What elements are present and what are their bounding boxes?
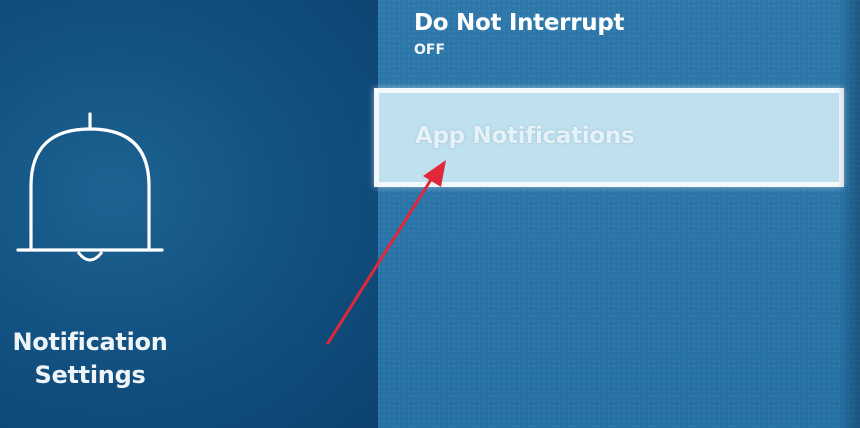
tv-settings-screen: Notification Settings Do Not Interrupt O… — [0, 0, 860, 428]
page-title-line-2: Settings — [34, 361, 146, 389]
settings-menu: Do Not Interrupt OFF App Notifications — [374, 0, 860, 428]
menu-item-value: OFF — [414, 42, 446, 58]
menu-item-do-not-interrupt[interactable]: Do Not Interrupt OFF — [378, 4, 838, 82]
page-title: Notification Settings — [0, 326, 180, 392]
settings-category-panel: Notification Settings — [0, 0, 378, 428]
page-title-line-1: Notification — [12, 328, 168, 356]
menu-item-label: Do Not Interrupt — [414, 10, 625, 36]
menu-item-label: App Notifications — [415, 123, 635, 149]
menu-item-app-notifications[interactable]: App Notifications — [374, 88, 844, 187]
bell-icon — [16, 112, 164, 262]
